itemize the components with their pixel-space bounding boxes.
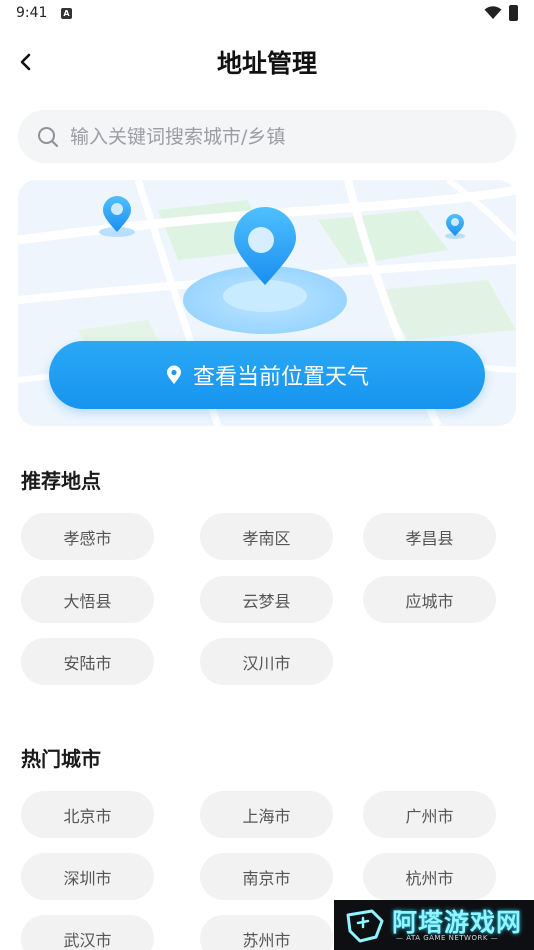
notification-icon: A [61,8,72,19]
pin-icon [166,365,181,384]
battery-icon [509,5,518,21]
chip-recommended-5[interactable]: 应城市 [363,576,496,623]
search-box[interactable] [18,110,516,163]
chip-hot-city-6[interactable]: 武汉市 [21,915,154,950]
chip-recommended-0[interactable]: 孝感市 [21,513,154,560]
chip-recommended-3[interactable]: 大悟县 [21,576,154,623]
chip-hot-city-5[interactable]: 杭州市 [363,853,496,900]
locate-label: 查看当前位置天气 [192,365,369,390]
wifi-icon [484,6,502,19]
chip-hot-city-7[interactable]: 苏州市 [200,915,333,950]
location-marker-icon [445,214,465,239]
chip-recommended-6[interactable]: 安陆市 [21,638,154,685]
gamepad-logo-icon [346,909,384,943]
page-title: 地址管理 [216,49,317,78]
recommended-section-title: 推荐地点 [21,469,101,493]
search-icon [38,126,59,147]
chip-recommended-4[interactable]: 云梦县 [200,576,333,623]
view-current-location-weather-button[interactable]: 查看当前位置天气 [49,341,485,409]
search-input[interactable] [70,125,490,148]
chip-hot-city-1[interactable]: 上海市 [200,791,333,838]
watermark-subtitle: — ATA GAME NETWORK — [396,934,499,942]
map-card: 查看当前位置天气 [18,180,516,426]
watermark-logo: 阿塔游戏网 — ATA GAME NETWORK — [334,900,534,950]
chip-hot-city-4[interactable]: 南京市 [200,853,333,900]
status-bar: 9:41 A [0,0,534,28]
header: 地址管理 [0,36,534,86]
chip-recommended-1[interactable]: 孝南区 [200,513,333,560]
chip-recommended-2[interactable]: 孝昌县 [363,513,496,560]
status-time: 9:41 [16,5,48,21]
chip-hot-city-3[interactable]: 深圳市 [21,853,154,900]
chip-hot-city-2[interactable]: 广州市 [363,791,496,838]
chip-recommended-7[interactable]: 汉川市 [200,638,333,685]
chip-hot-city-0[interactable]: 北京市 [21,791,154,838]
hot-cities-section-title: 热门城市 [21,747,101,771]
location-marker-icon [99,196,135,237]
